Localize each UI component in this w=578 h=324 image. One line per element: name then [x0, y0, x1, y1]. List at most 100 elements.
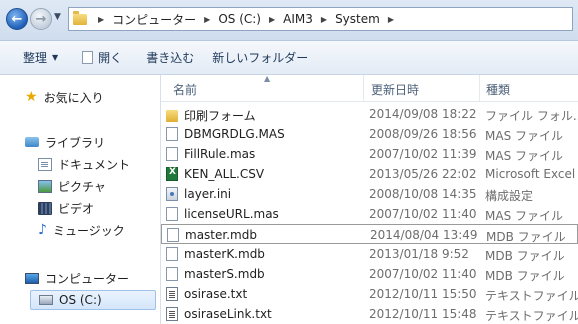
nav-favorites-label: お気に入り	[43, 90, 104, 105]
file-row[interactable]: 印刷フォーム 2014/09/08 18:22 ファイル フォル...	[161, 104, 578, 124]
organize-button[interactable]: 整理 ▼	[14, 49, 67, 66]
file-icon	[166, 247, 178, 261]
breadcrumb-computer[interactable]: コンピューター	[111, 11, 197, 28]
pictures-icon	[38, 179, 52, 193]
file-date: 2007/10/02 11:40	[369, 207, 477, 221]
file-name: FillRule.mas	[184, 147, 256, 161]
nav-music[interactable]: ♪ ミュージック	[38, 220, 125, 240]
file-type: テキストファイル	[485, 309, 578, 323]
nav-libraries-label: ライブラリ	[45, 135, 106, 150]
chevron-right-icon[interactable]: ▶	[269, 15, 275, 24]
chevron-right-icon[interactable]: ▶	[388, 15, 394, 24]
library-icon	[25, 137, 39, 147]
excel-icon	[166, 167, 178, 181]
breadcrumb-aim3[interactable]: AIM3	[282, 12, 314, 26]
file-name: masterK.mdb	[184, 247, 265, 261]
file-name-cell: FillRule.mas	[166, 147, 255, 161]
back-button[interactable]: ←	[6, 8, 28, 30]
file-name: osirase.txt	[184, 287, 248, 301]
drive-icon	[39, 295, 53, 305]
file-type: MAS ファイル	[485, 149, 563, 163]
breadcrumb-drive[interactable]: OS (C:)	[217, 12, 262, 26]
file-type: 構成設定	[485, 189, 534, 203]
nav-videos[interactable]: ビデオ	[38, 198, 94, 218]
column-divider[interactable]	[363, 75, 364, 101]
file-date: 2014/08/04 13:49	[370, 228, 478, 242]
column-divider[interactable]	[479, 75, 480, 101]
file-row[interactable]: DBMGRDLG.MAS 2008/09/26 18:56 MAS ファイル	[161, 124, 578, 144]
nav-libraries[interactable]: ライブラリ	[25, 132, 105, 152]
file-name-cell: DBMGRDLG.MAS	[166, 127, 285, 141]
column-header-type[interactable]: 種類	[486, 81, 510, 98]
chevron-down-icon: ▼	[52, 53, 59, 62]
file-icon	[166, 207, 178, 221]
file-date: 2014/09/08 18:22	[369, 107, 477, 121]
new-folder-button[interactable]: 新しいフォルダー	[203, 49, 317, 66]
address-bar[interactable]: ▶ コンピューター ▶ OS (C:) ▶ AIM3 ▶ System ▶	[68, 7, 573, 31]
column-header-date[interactable]: 更新日時	[371, 81, 419, 98]
open-button[interactable]: 開く	[73, 49, 131, 66]
file-name: layer.ini	[184, 187, 232, 201]
nav-computer[interactable]: コンピューター	[25, 268, 129, 288]
command-bar: 整理 ▼ 開く 書き込む 新しいフォルダー	[0, 41, 578, 75]
file-date: 2007/10/02 11:39	[369, 147, 477, 161]
file-name-cell: KEN_ALL.CSV	[166, 167, 264, 181]
file-name: osiraseLink.txt	[184, 307, 272, 321]
computer-icon	[25, 272, 39, 284]
nav-favorites[interactable]: ★ お気に入り	[25, 87, 104, 107]
open-label: 開く	[98, 51, 123, 65]
file-type: MDB ファイル	[486, 230, 566, 244]
file-name-cell: masterS.mdb	[166, 267, 265, 281]
recent-pages-dropdown[interactable]: ▼	[54, 12, 61, 22]
text-file-icon	[166, 307, 178, 321]
folder-icon	[73, 10, 87, 25]
nav-documents-label: ドキュメント	[58, 157, 131, 172]
text-file-icon	[166, 287, 178, 301]
file-name-cell: master.mdb	[167, 228, 257, 242]
nav-pictures[interactable]: ピクチャ	[38, 176, 106, 196]
file-date: 2008/09/26 18:56	[369, 127, 477, 141]
new-folder-label: 新しいフォルダー	[212, 51, 309, 65]
folder-icon	[166, 109, 178, 122]
file-icon	[167, 228, 179, 242]
file-row[interactable]: osiraseLink.txt 2012/10/11 15:48 テキストファイル	[161, 304, 578, 324]
file-row[interactable]: FillRule.mas 2007/10/02 11:39 MAS ファイル	[161, 144, 578, 164]
chevron-right-icon[interactable]: ▶	[98, 15, 104, 24]
file-type: MAS ファイル	[485, 209, 563, 223]
file-date: 2013/05/26 22:02	[369, 167, 477, 181]
nav-drive-c[interactable]: OS (C:)	[30, 290, 156, 310]
file-name: masterS.mdb	[184, 267, 265, 281]
chevron-right-icon[interactable]: ▶	[204, 15, 210, 24]
file-date: 2007/10/02 11:40	[369, 267, 477, 281]
file-row[interactable]: masterS.mdb 2007/10/02 11:40 MDB ファイル	[161, 264, 578, 284]
file-row[interactable]: KEN_ALL.CSV 2013/05/26 22:02 Microsoft Exc…	[161, 164, 578, 184]
file-icon	[166, 267, 178, 281]
organize-label: 整理	[23, 51, 48, 65]
file-row[interactable]: masterK.mdb 2013/01/18 9:52 MDB ファイル	[161, 244, 578, 264]
file-row[interactable]: licenseURL.mas 2007/10/02 11:40 MAS ファイル	[161, 204, 578, 224]
file-name: licenseURL.mas	[184, 207, 279, 221]
breadcrumb-system[interactable]: System	[334, 12, 381, 26]
forward-button[interactable]: →	[30, 8, 52, 30]
file-name: DBMGRDLG.MAS	[184, 127, 285, 141]
file-type: MAS ファイル	[485, 129, 563, 143]
file-row[interactable]: osirase.txt 2012/10/11 15:50 テキストファイル	[161, 284, 578, 304]
nav-drive-c-label: OS (C:)	[59, 293, 102, 307]
column-header-name[interactable]: 名前	[173, 81, 197, 98]
file-row[interactable]: master.mdb 2014/08/04 13:49 MDB ファイル	[161, 224, 578, 244]
file-type: ファイル フォル...	[485, 109, 578, 123]
settings-file-icon	[166, 187, 178, 201]
nav-documents[interactable]: ドキュメント	[38, 154, 130, 174]
file-name-cell: osirase.txt	[166, 287, 247, 301]
file-date: 2012/10/11 15:50	[369, 287, 477, 301]
chevron-right-icon[interactable]: ▶	[321, 15, 327, 24]
file-date: 2008/10/08 14:35	[369, 187, 477, 201]
document-icon	[82, 51, 94, 64]
file-row[interactable]: layer.ini 2008/10/08 14:35 構成設定	[161, 184, 578, 204]
burn-label: 書き込む	[146, 51, 195, 65]
sort-ascending-icon: ▲	[264, 74, 271, 83]
star-icon: ★	[25, 89, 38, 105]
file-name-cell: licenseURL.mas	[166, 207, 279, 221]
file-date: 2013/01/18 9:52	[369, 247, 469, 261]
burn-button[interactable]: 書き込む	[137, 49, 203, 66]
